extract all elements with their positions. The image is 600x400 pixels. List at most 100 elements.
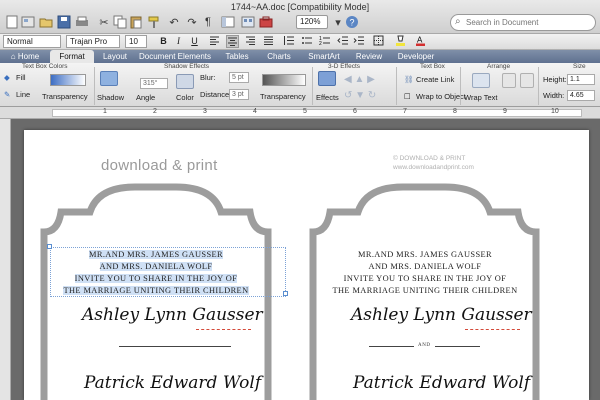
transparency-slider[interactable] [50,74,86,86]
tab-tables[interactable]: Tables [220,50,254,63]
undo-icon[interactable]: ↶ [166,14,182,30]
rotate-arrows-icon[interactable]: ↺ ▼ ↻ [344,90,376,101]
wrap-to-object-label: Wrap to Object [416,92,466,101]
home-icon: ⌂ [10,52,16,61]
numbering-icon[interactable]: 12 [318,35,331,48]
decrease-indent-icon[interactable] [336,35,349,48]
create-link-button[interactable]: Create Link [416,75,454,84]
spelling-underline [196,329,251,330]
underline-button[interactable]: U [188,35,201,48]
height-input[interactable]: 1.1 [567,74,595,85]
bold-button[interactable]: B [157,35,170,48]
tab-home-label: Home [17,52,40,61]
redo-icon[interactable]: ↷ [184,14,200,30]
help-icon[interactable]: ? [344,14,360,30]
new-doc-icon[interactable] [4,14,20,30]
tab-smartart[interactable]: SmartArt [304,50,344,63]
window-title: 1744~AA.doc [Compatibility Mode] [230,2,370,12]
shadow-icon[interactable] [100,71,118,86]
bride-last-name: Gausser [192,305,263,325]
tab-review[interactable]: Review [352,50,386,63]
svg-text:?: ? [350,18,355,28]
italic-button[interactable]: I [172,35,185,48]
width-input[interactable]: 4.65 [567,90,595,101]
tab-layout[interactable]: Layout [96,50,134,63]
borders-icon[interactable] [372,35,385,48]
group-text-box: Text Box [420,63,445,70]
divider [460,67,461,105]
document-page[interactable]: download & print © DOWNLOAD & PRINT www.… [24,130,589,400]
paragraph-icon[interactable]: ¶ [200,14,216,30]
group-text-box-colors: Text Box Colors [22,63,68,70]
shadow-transparency-label: Transparency [260,92,306,101]
vertical-ruler[interactable] [0,119,11,400]
shadow-transparency-slider[interactable] [262,74,306,86]
document-area[interactable]: download & print © DOWNLOAD & PRINT www.… [0,119,600,400]
tab-developer[interactable]: Developer [394,50,438,63]
bullets-icon[interactable] [300,35,313,48]
create-link-icon: ⛓ [404,75,414,84]
tab-charts[interactable]: Charts [262,50,296,63]
zoom-select[interactable]: 120% [296,15,328,29]
divider [94,67,95,105]
wrap-object-checkbox[interactable]: ☐ [404,92,411,101]
invite-line: AND MRS. DANIELA WOLF [368,262,482,271]
tab-home[interactable]: ⌂ Home [4,50,46,63]
align-center-icon[interactable] [226,35,239,48]
angle-input[interactable]: 315° [140,78,168,89]
ruler-number: 10 [551,108,559,115]
templates-icon[interactable] [20,14,36,30]
fill-icon[interactable]: ◆ [4,73,10,82]
font-color-icon[interactable]: A [414,35,427,48]
distance-input[interactable]: 3 pt [229,89,249,100]
increase-indent-icon[interactable] [352,35,365,48]
font-size-select[interactable]: 10 [125,35,147,48]
highlight-icon[interactable] [394,35,407,48]
format-painter-icon[interactable] [146,14,162,30]
line-icon[interactable]: ✎ [4,90,10,99]
paste-icon[interactable] [128,14,144,30]
line-spacing-icon[interactable] [282,35,295,48]
ornament-divider [119,346,231,347]
resize-handle[interactable] [283,291,288,296]
svg-text:A: A [417,36,423,45]
justify-icon[interactable] [262,35,275,48]
shadow-color-icon[interactable] [176,74,194,89]
ornament-divider [435,346,480,347]
send-backward-icon[interactable] [520,73,534,88]
search-input[interactable] [466,17,591,28]
invitation-text-left[interactable]: MR.AND MRS. JAMES GAUSSER AND MRS. DANIE… [41,249,271,297]
effects-icon[interactable] [318,71,336,86]
sidebar-icon[interactable] [220,14,236,30]
tab-document-elements[interactable]: Document Elements [138,50,212,63]
divider [312,67,313,105]
groom-name-right: Patrick Edward Wolf [353,373,531,393]
cut-icon[interactable]: ✂ [96,14,112,30]
save-icon[interactable] [56,14,72,30]
svg-text:2: 2 [319,41,322,46]
font-select[interactable]: Trajan Pro [66,35,120,48]
style-select[interactable]: Normal [3,35,61,48]
ruler-number: 8 [453,108,457,115]
tab-format[interactable]: Format [50,50,94,63]
search-box[interactable]: ⌕ [450,14,596,31]
bride-middle-name: Lynn [144,305,187,325]
open-icon[interactable] [38,14,54,30]
copy-icon[interactable] [112,14,128,30]
wrap-text-icon[interactable] [472,73,490,88]
group-arrange: Arrange [487,63,511,70]
effects-label: Effects [316,93,339,102]
invitation-text-right[interactable]: MR.AND MRS. JAMES GAUSSER AND MRS. DANIE… [310,249,540,297]
tilt-arrows-icon[interactable]: ◀ ▲ ▶ [344,74,375,85]
line-label: Line [16,90,31,99]
window-chrome: 1744~AA.doc [Compatibility Mode] ✂ ↶ ↷ ¶… [0,0,600,34]
gallery-icon[interactable] [240,14,256,30]
blur-input[interactable]: 5 pt [229,72,249,83]
print-icon[interactable] [74,14,90,30]
horizontal-ruler[interactable]: 1 2 3 4 5 6 7 8 9 10 [0,107,600,119]
bring-forward-icon[interactable] [502,73,516,88]
toolbox-icon[interactable] [258,14,274,30]
blur-label: Blur: [200,73,216,82]
align-right-icon[interactable] [244,35,257,48]
align-left-icon[interactable] [208,35,221,48]
